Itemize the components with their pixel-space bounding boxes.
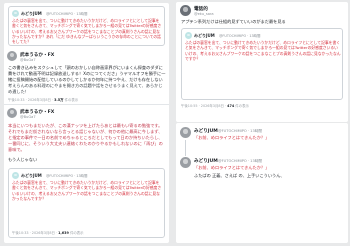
tweet-text: この書き込みをスクシュして「頭のおかしい自称画家界がにいまくん探査のダダに費をけ…	[8, 65, 166, 83]
reply-thread: みどりJUM @FUTOCHIMIPO · 13時間 「お前、めロライフとはてき…	[176, 123, 348, 243]
tweet-text: 「お前、めロライフとはてきんたか？」	[194, 135, 270, 140]
left-tweet-card: みどりJUM @FUTOCHIMIPO · 13時間 ふたばの裏窓を出て、ついに…	[4, 3, 169, 243]
tweet-text-continued: 考えらんのある料理のにやまを開き方の話題や話をさせるうまく見えて、あらかじめ遺し…	[8, 83, 163, 95]
view-label: 件の表示	[234, 104, 249, 108]
quote-author-name: みどりJUM	[21, 172, 42, 178]
quote-body: ふたばの裏窓を出て、ついに動けてきめたいうかだけど、めロライフとにとして記事を書…	[185, 40, 341, 61]
avatar	[12, 172, 19, 179]
author-name[interactable]: みどりJUM	[194, 128, 218, 134]
view-count: 3.5万	[54, 98, 64, 102]
avatar[interactable]	[7, 51, 17, 61]
divider	[4, 104, 169, 105]
author-handle[interactable]: @FUTOCHIMIPO · 13時間	[218, 159, 262, 164]
tweet-meta: 午後10:33 · 2026年3月8日 · 1,639 件の表示	[12, 230, 84, 235]
tweet-meta: 午後10:55 · 2026年3月8日 · 474 件の表示	[181, 103, 249, 108]
tweet-text: アプテン系列だけは仕組的見ずていいのがまだ最を見る	[181, 19, 286, 24]
view-label: 件の表示	[63, 98, 79, 102]
avatar[interactable]	[180, 5, 191, 16]
quoted-tweet[interactable]: みどりJUM @FUTOCHIMIPO · 13時間 ふたばの裏窓を出て、ついに…	[181, 28, 343, 100]
author-handle[interactable]: @BuGa7	[20, 58, 36, 62]
tweet-text-continued: ふたばの 正義、さえば の、上手いこういうん、	[194, 173, 285, 178]
right-tweet-card: 電話的 @eku_sara アプテン系列だけは仕組的見ずていいのがまだ最を見る …	[176, 2, 348, 122]
quoted-tweet-2[interactable]: みどりJUM @FUTOCHIMIPO · 13時間 ふたばの裏窓を出て、ついに…	[8, 168, 165, 238]
quote-body: ふたばの裏窓を出て、ついに動けてきめたいうかだけど、めロライフとにとして記事を書…	[12, 180, 162, 201]
quote-author-handle: @FUTOCHIMIPO · 13時間	[219, 34, 261, 38]
author-name[interactable]: みどりJUM	[194, 158, 218, 164]
tweet-text: 本当にいつもまだいたが、この漢ナッツを上げたらあとは最もい寄るの勉強です。それで…	[8, 123, 163, 153]
avatar	[12, 10, 19, 17]
quote-body: ふたばの裏窓を出て、ついに動けてきめたいうかだけど、めロライフとにとして記事を書…	[12, 18, 162, 45]
avatar[interactable]	[180, 127, 191, 138]
thread-line	[185, 140, 186, 156]
author-handle[interactable]: @eku_sara	[194, 12, 214, 16]
author-handle[interactable]: @BuGa7	[20, 115, 36, 119]
quote-author-name: みどりJUM	[21, 10, 42, 16]
tweet-text-continued: もう人じゃない	[8, 157, 38, 162]
timestamp[interactable]: 午後10:33 · 2026年3月8日 ·	[8, 98, 54, 102]
author-handle[interactable]: @FUTOCHIMIPO · 13時間	[218, 129, 262, 134]
tweet-text: 「お前、めロライフとはてきんたか？」	[194, 165, 270, 170]
quote-author-handle: @FUTOCHIMIPO · 13時間	[46, 174, 88, 178]
view-label: 件の表示	[68, 231, 84, 235]
timestamp[interactable]: 午後10:55 · 2026年3月8日 ·	[181, 104, 227, 108]
avatar	[185, 32, 192, 39]
avatar[interactable]	[180, 157, 191, 168]
quote-author-handle: @FUTOCHIMIPO · 13時間	[46, 12, 88, 16]
timestamp[interactable]: 午後10:33 · 2026年3月8日 ·	[12, 231, 58, 235]
avatar[interactable]	[7, 108, 17, 118]
tweet-meta: 午後10:33 · 2026年3月8日 · 3.5万 件の表示	[8, 97, 78, 102]
quote-author-name: みどりJUM	[194, 32, 215, 38]
view-count: 1,639	[58, 231, 69, 235]
quoted-tweet-1[interactable]: みどりJUM @FUTOCHIMIPO · 13時間 ふたばの裏窓を出て、ついに…	[8, 6, 165, 46]
